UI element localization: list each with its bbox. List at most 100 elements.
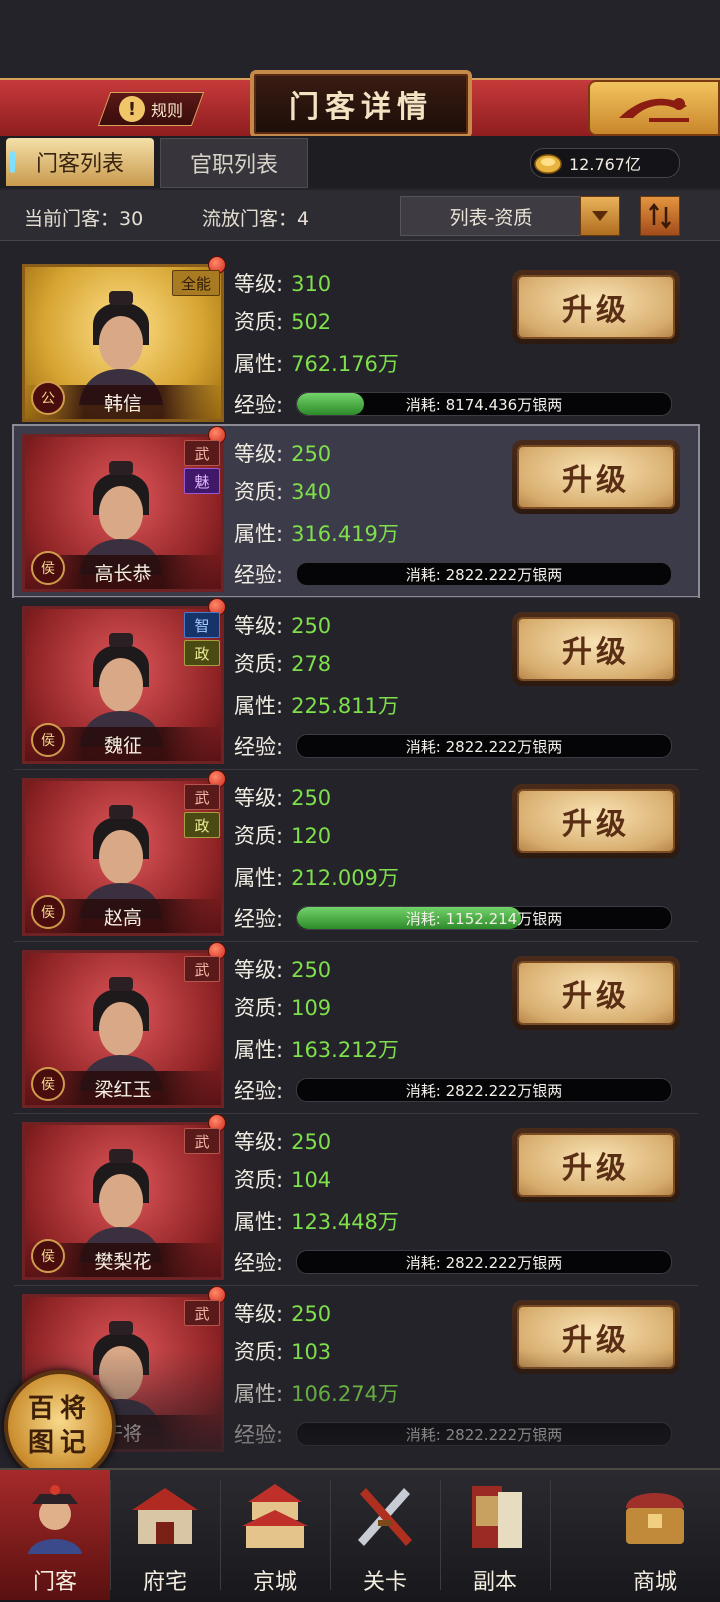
- upgrade-label: 升级: [562, 635, 630, 670]
- exp-label: 经验:: [234, 1251, 284, 1275]
- exp-bar: 消耗: 2822.222万银两: [296, 734, 672, 758]
- sort-order-button[interactable]: [640, 196, 680, 236]
- exp-bar: 消耗: 2822.222万银两: [296, 1250, 672, 1274]
- level-stat: 等级: 250: [234, 438, 331, 468]
- exiled-retainers: 流放门客：4: [202, 204, 309, 231]
- exp-cost: 消耗: 1152.214万银两: [297, 907, 671, 929]
- exp-label: 经验:: [234, 1079, 284, 1103]
- upgrade-label: 升级: [562, 807, 630, 842]
- attribute-value: 106.274万: [291, 1382, 399, 1406]
- quality-label: 资质:: [234, 996, 284, 1020]
- upgrade-button[interactable]: 升级: [512, 1300, 680, 1374]
- exp-cost: 消耗: 8174.436万银两: [297, 393, 671, 415]
- upgrade-button[interactable]: 升级: [512, 784, 680, 858]
- exp-label: 经验:: [234, 393, 284, 417]
- retainer-list[interactable]: 韩信 公 等级: 310 资质: 502 属性: 762.176万 经验: 消耗: 8…: [0, 256, 720, 1468]
- quality-label: 资质:: [234, 1340, 284, 1364]
- retainer-row[interactable]: 韩信 公 等级: 310 资质: 502 属性: 762.176万 经验: 消耗: 8…: [14, 256, 698, 426]
- retainer-row[interactable]: 樊梨花 侯 等级: 250 资质: 104 属性: 123.448万 经验: 消耗: …: [14, 1114, 698, 1284]
- rules-button[interactable]: ! 规则: [97, 92, 205, 126]
- attribute-label: 属性:: [234, 352, 284, 376]
- upgrade-button[interactable]: 升级: [512, 440, 680, 514]
- quality-stat: 资质: 340: [234, 476, 331, 506]
- quality-value: 340: [291, 480, 332, 504]
- sort-dropdown-button[interactable]: [580, 196, 620, 236]
- rank-badge: 侯: [31, 895, 65, 929]
- upgrade-button[interactable]: 升级: [512, 956, 680, 1030]
- quality-label: 资质:: [234, 652, 284, 676]
- exp-label: 经验:: [234, 907, 284, 931]
- quality-stat: 资质: 502: [234, 306, 331, 336]
- nav-item-4[interactable]: 副本: [440, 1470, 550, 1600]
- nav-separator: [110, 1480, 111, 1590]
- quality-value: 120: [291, 824, 332, 848]
- triangle-down-icon: [592, 211, 608, 221]
- sort-select[interactable]: 列表-资质: [400, 196, 582, 236]
- upgrade-button-face: 升级: [517, 961, 675, 1025]
- upgrade-button[interactable]: 升级: [512, 1128, 680, 1202]
- exp-label: 经验:: [234, 735, 284, 759]
- level-label: 等级:: [234, 1130, 284, 1154]
- hundred-generals-button[interactable]: 百将图记: [4, 1370, 116, 1482]
- attribute-stat: 属性: 762.176万: [234, 348, 399, 378]
- level-stat: 等级: 310: [234, 268, 331, 298]
- retainer-row[interactable]: 赵高 侯 等级: 250 资质: 120 属性: 212.009万 经验: 消耗: 1…: [14, 770, 698, 940]
- treasure-chest-icon: [626, 1493, 684, 1544]
- attribute-tag: 魅: [184, 468, 220, 494]
- attribute-label: 属性:: [234, 694, 284, 718]
- retainer-row[interactable]: 高长恭 侯 等级: 250 资质: 340 属性: 316.419万 经验: 消耗: …: [12, 424, 700, 598]
- quality-stat: 资质: 103: [234, 1336, 331, 1366]
- attribute-label: 属性:: [234, 522, 284, 546]
- swap-order-icon: [649, 203, 671, 229]
- nav-separator: [440, 1480, 441, 1590]
- attribute-tag: 武: [184, 1300, 220, 1326]
- attribute-label: 属性:: [234, 1382, 284, 1406]
- consume-value: 2822.222万银两: [445, 1425, 563, 1444]
- nav-item-0[interactable]: 门客: [0, 1470, 110, 1600]
- exp-cost: 消耗: 2822.222万银两: [297, 735, 671, 757]
- quality-value: 278: [291, 652, 332, 676]
- back-button[interactable]: [588, 80, 720, 136]
- active-tab-indicator: [10, 151, 15, 173]
- consume-value: 2822.222万银两: [445, 737, 563, 756]
- nav-item-5[interactable]: 商城: [600, 1470, 710, 1600]
- attribute-label: 属性:: [234, 1038, 284, 1062]
- consume-value: 2822.222万银两: [445, 1081, 563, 1100]
- palace-icon: [242, 1484, 308, 1548]
- tab-official-list[interactable]: 官职列表: [160, 138, 308, 188]
- attribute-tag: 武: [184, 784, 220, 810]
- quality-label: 资质:: [234, 824, 284, 848]
- level-value: 250: [291, 786, 332, 810]
- exp-cost: 消耗: 2822.222万银两: [297, 1251, 671, 1273]
- quality-label: 资质:: [234, 310, 284, 334]
- retainer-row[interactable]: 魏征 侯 等级: 250 资质: 278 属性: 225.811万 经验: 消耗: 2…: [14, 598, 698, 768]
- upgrade-button[interactable]: 升级: [512, 612, 680, 686]
- quality-stat: 资质: 278: [234, 648, 331, 678]
- exp-bar: 消耗: 1152.214万银两: [296, 906, 672, 930]
- upgrade-button-face: 升级: [517, 275, 675, 339]
- attribute-tag: 武: [184, 1128, 220, 1154]
- attribute-tag: 武: [184, 440, 220, 466]
- nav-item-2[interactable]: 京城: [220, 1470, 330, 1600]
- quality-value: 104: [291, 1168, 332, 1192]
- nav-label: 商城: [632, 1570, 677, 1595]
- attribute-value: 163.212万: [291, 1038, 399, 1062]
- quality-value: 502: [291, 310, 332, 334]
- nav-separator: [330, 1480, 331, 1590]
- gold-coin-icon: [534, 154, 562, 174]
- upgrade-button[interactable]: 升级: [512, 270, 680, 344]
- nav-item-1[interactable]: 府宅: [110, 1470, 220, 1600]
- tab-retainer-list[interactable]: 门客列表: [6, 138, 154, 186]
- upgrade-label: 升级: [562, 1151, 630, 1186]
- attribute-label: 属性:: [234, 1210, 284, 1234]
- upgrade-button-face: 升级: [517, 617, 675, 681]
- quality-value: 109: [291, 996, 332, 1020]
- consume-label: 消耗:: [405, 737, 441, 756]
- consume-value: 1152.214万银两: [445, 909, 563, 928]
- nav-item-3[interactable]: 关卡: [330, 1470, 440, 1600]
- retainer-row[interactable]: 干将 侯 等级:250 资质:103 属性:106.274万 经验: 消耗: 2…: [14, 1286, 698, 1456]
- exp-cost: 消耗: 2822.222万银两: [297, 563, 671, 585]
- consume-value: 2822.222万银两: [445, 565, 563, 584]
- retainer-row[interactable]: 梁红玉 侯 等级: 250 资质: 109 属性: 163.212万 经验: 消耗: …: [14, 942, 698, 1112]
- nav-separator: [220, 1480, 221, 1590]
